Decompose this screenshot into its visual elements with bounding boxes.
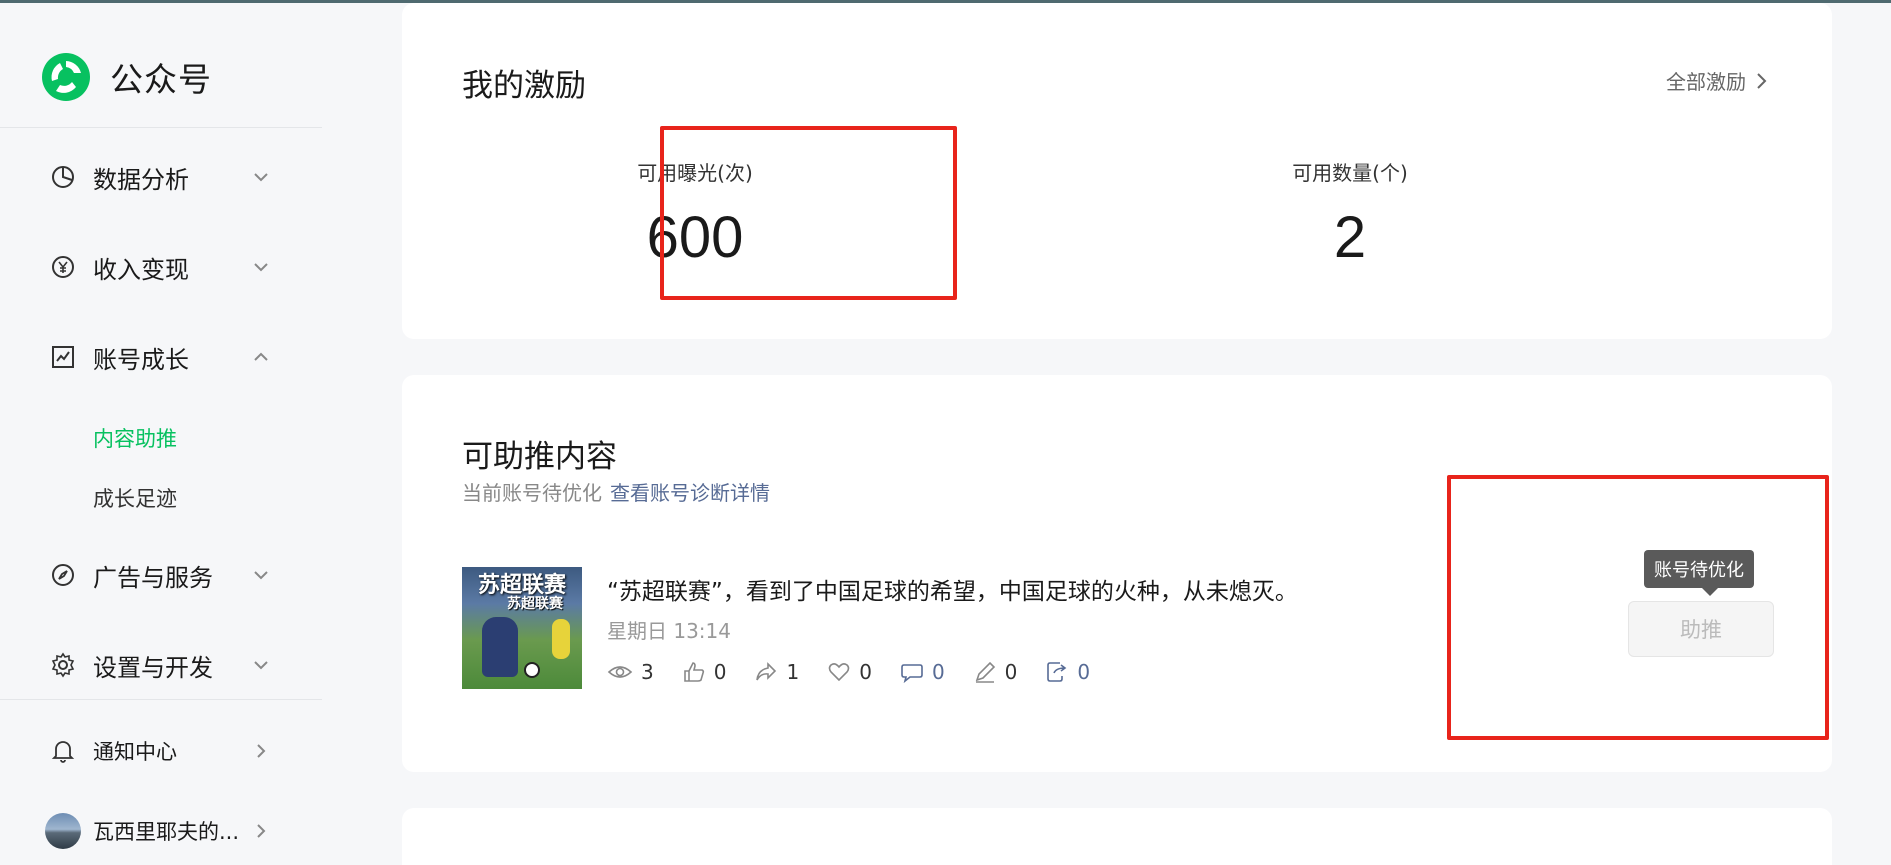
thumbnail-subtitle: 苏超联赛 <box>507 596 563 612</box>
metric-notes: 0 <box>973 660 1018 684</box>
chevron-right-icon <box>1757 72 1767 89</box>
nav-item-revenue[interactable]: 收入变现 <box>0 237 322 297</box>
eye-icon <box>607 666 633 678</box>
notification-center[interactable]: 通知中心 <box>0 721 322 781</box>
pen-icon <box>975 661 995 683</box>
share-arrow-icon <box>756 662 777 681</box>
sidebar: 公众号 数据分析 收入变现 账号成长 内容助推 成长足迹 广告与服务 设置与开发… <box>0 3 322 865</box>
count-stat: 可用数量(个) 2 <box>1285 157 1415 271</box>
user-profile[interactable]: 瓦西里耶夫的... <box>0 801 322 861</box>
divider <box>0 699 322 700</box>
nav-label: 数据分析 <box>93 165 189 194</box>
nav-item-ads-services[interactable]: 广告与服务 <box>0 545 322 605</box>
nav-item-account-growth[interactable]: 账号成长 <box>0 327 322 387</box>
article-time: 星期日 13:14 <box>607 619 731 643</box>
all-incentives-label: 全部激励 <box>1666 70 1746 94</box>
article-metrics: 3 0 1 0 0 0 0 <box>607 657 1118 687</box>
diagnosis-link[interactable]: 查看账号诊断详情 <box>610 481 770 505</box>
notes-count: 0 <box>1004 660 1018 684</box>
shares-count: 1 <box>786 660 800 684</box>
comment-icon <box>901 664 923 684</box>
chevron-right-icon <box>250 820 272 842</box>
nav-label: 设置与开发 <box>93 653 213 682</box>
user-name: 瓦西里耶夫的... <box>93 820 240 844</box>
notification-label: 通知中心 <box>93 740 177 764</box>
article-thumbnail[interactable]: 苏超联赛 苏超联赛 <box>462 567 582 689</box>
chevron-up-icon <box>250 346 272 368</box>
thumbnail-player <box>482 617 518 677</box>
bell-icon <box>50 738 76 764</box>
favorites-count: 0 <box>859 660 872 684</box>
incentives-card: 我的激励 全部激励 可用曝光(次) 600 可用数量(个) 2 <box>402 3 1832 339</box>
sub-item-content-boost[interactable]: 内容助推 <box>93 423 177 453</box>
count-value: 2 <box>1333 205 1367 270</box>
sub-item-growth-track[interactable]: 成长足迹 <box>93 483 177 513</box>
heart-icon <box>828 663 850 682</box>
metric-forwards[interactable]: 0 <box>1045 660 1090 684</box>
thumbs-up-icon <box>683 662 704 682</box>
all-incentives-link[interactable]: 全部激励 <box>1666 66 1770 95</box>
brand-name: 公众号 <box>110 60 212 99</box>
wechat-official-logo-icon <box>42 53 90 101</box>
incentives-title: 我的激励 <box>462 68 586 104</box>
pie-chart-icon <box>50 164 76 190</box>
metric-favorites: 0 <box>827 660 872 684</box>
highlight-box-exposure <box>660 126 957 300</box>
chevron-down-icon <box>250 166 272 188</box>
nav-label: 收入变现 <box>93 255 189 284</box>
nav-item-settings-dev[interactable]: 设置与开发 <box>0 635 322 695</box>
gear-icon <box>50 652 76 678</box>
boostable-title: 可助推内容 <box>462 439 617 475</box>
metric-views: 3 <box>607 660 654 684</box>
divider <box>0 127 322 128</box>
forward-icon <box>1047 662 1067 682</box>
compass-icon <box>50 562 76 588</box>
article-title[interactable]: “苏超联赛”，看到了中国足球的希望，中国足球的火种，从未熄灭。 <box>607 572 1298 606</box>
metric-likes: 0 <box>682 660 727 684</box>
trend-chart-icon <box>50 344 76 370</box>
forwards-count: 0 <box>1077 660 1091 684</box>
metric-comments[interactable]: 0 <box>900 660 945 684</box>
chevron-down-icon <box>250 654 272 676</box>
nav-item-data-analysis[interactable]: 数据分析 <box>0 147 322 207</box>
count-label: 可用数量(个) <box>1292 161 1408 185</box>
yen-icon <box>50 254 76 280</box>
thumbnail-player-yellow <box>552 619 570 659</box>
status-text: 当前账号待优化 <box>462 481 602 505</box>
nav-label: 账号成长 <box>93 345 189 374</box>
metric-shares: 1 <box>754 660 799 684</box>
chevron-down-icon <box>250 564 272 586</box>
next-card <box>402 808 1832 865</box>
brand[interactable]: 公众号 <box>40 49 212 105</box>
chevron-down-icon <box>250 256 272 278</box>
thumbnail-ball <box>524 662 540 678</box>
highlight-box-boost <box>1447 475 1829 740</box>
avatar <box>45 813 81 849</box>
views-count: 3 <box>641 660 654 684</box>
chevron-right-icon <box>250 740 272 762</box>
nav-label: 广告与服务 <box>93 563 213 592</box>
comments-count: 0 <box>931 660 945 684</box>
likes-count: 0 <box>713 660 727 684</box>
account-status: 当前账号待优化 查看账号诊断详情 <box>462 477 770 506</box>
